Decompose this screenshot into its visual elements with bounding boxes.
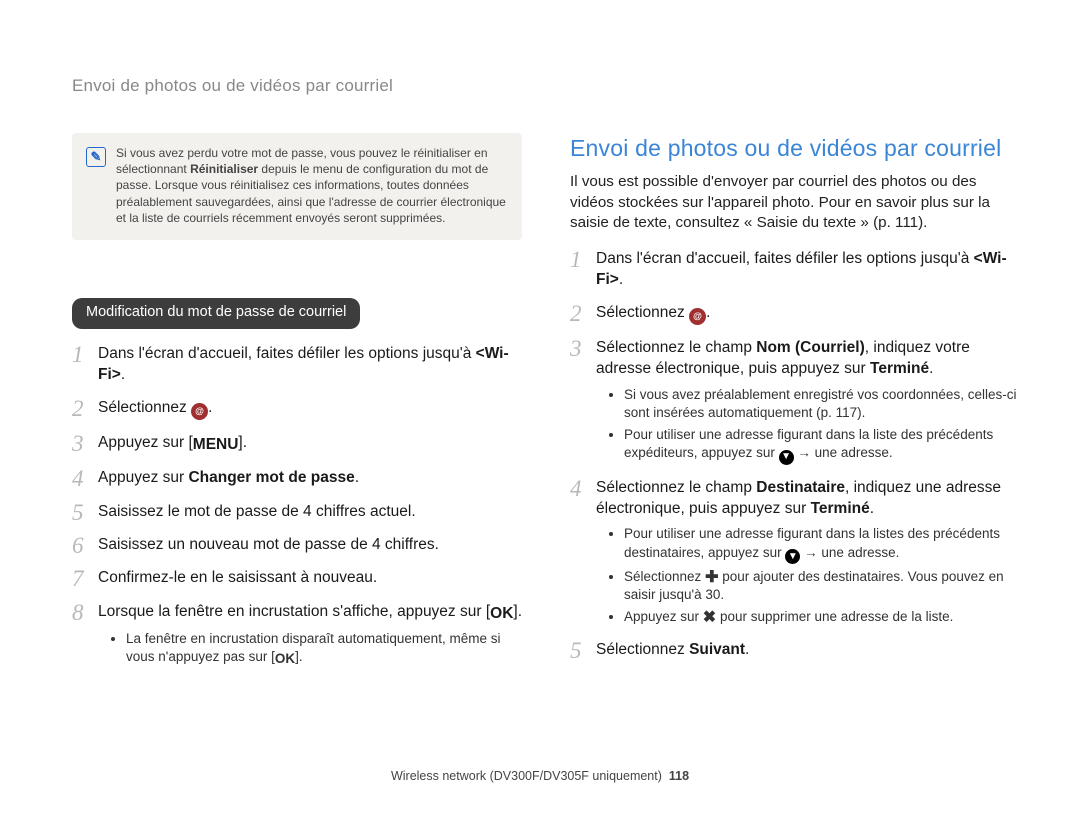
note-icon: ✎ — [86, 147, 106, 167]
text: Dans l'écran d'accueil, faites défiler l… — [98, 345, 476, 362]
note-box: ✎ Si vous avez perdu votre mot de passe,… — [72, 133, 522, 240]
left-column: ✎ Si vous avez perdu votre mot de passe,… — [72, 133, 522, 681]
text: . — [355, 469, 359, 486]
section-pill: Modification du mot de passe de courriel — [72, 298, 360, 329]
right-step-3: Sélectionnez le champ Nom (Courriel), in… — [570, 337, 1020, 465]
text: → une adresse. — [800, 545, 899, 560]
right-step-4: Sélectionnez le champ Destinataire, indi… — [570, 477, 1020, 627]
two-column-layout: ✎ Si vous avez perdu votre mot de passe,… — [72, 133, 1020, 681]
text: Sélectionnez — [596, 641, 689, 658]
left-step-8-sub: La fenêtre en incrustation disparaît aut… — [108, 630, 522, 668]
delete-icon: ✖ — [703, 610, 716, 626]
text: . — [745, 641, 749, 658]
email-icon: @ — [689, 308, 706, 325]
text: Sélectionnez le champ — [596, 339, 756, 356]
list-item: Pour utiliser une adresse figurant dans … — [624, 525, 1020, 563]
page-number: 118 — [669, 769, 689, 783]
menu-button-label: MENU — [193, 434, 239, 455]
right-steps: Dans l'écran d'accueil, faites défiler l… — [570, 248, 1020, 660]
text: Appuyez sur — [624, 609, 703, 624]
list-item: La fenêtre en incrustation disparaît aut… — [126, 630, 522, 668]
dropdown-icon: ▼ — [779, 450, 794, 465]
text: . — [870, 500, 874, 517]
right-step-5: Sélectionnez Suivant. — [570, 639, 1020, 660]
left-step-1: Dans l'écran d'accueil, faites défiler l… — [72, 343, 522, 386]
text: La fenêtre en incrustation disparaît aut… — [126, 631, 500, 664]
text: ]. — [295, 649, 303, 664]
email-icon: @ — [191, 403, 208, 420]
next-label: Suivant — [689, 641, 745, 658]
left-step-7: Confirmez-le en le saisissant à nouveau. — [72, 567, 522, 588]
text: Sélectionnez — [98, 399, 191, 416]
right-step-3-sub: Si vous avez préalablement enregistré vo… — [606, 386, 1020, 465]
text: . — [121, 366, 125, 383]
text: Sélectionnez — [596, 304, 689, 321]
list-item: Si vous avez préalablement enregistré vo… — [624, 386, 1020, 422]
right-step-2: Sélectionnez @. — [570, 302, 1020, 325]
text: Appuyez sur [ — [98, 434, 193, 451]
left-step-8: Lorsque la fenêtre en incrustation s'aff… — [72, 601, 522, 669]
left-step-2: Sélectionnez @. — [72, 397, 522, 420]
section-intro: Il vous est possible d'envoyer par courr… — [570, 172, 1020, 234]
recipient-label: Destinataire — [756, 479, 845, 496]
text: Sélectionnez le champ — [596, 479, 756, 496]
running-head: Envoi de photos ou de vidéos par courrie… — [72, 75, 393, 98]
change-password-label: Changer mot de passe — [188, 469, 354, 486]
text: . — [929, 360, 933, 377]
list-item: Appuyez sur ✖ pour supprimer une adresse… — [624, 608, 1020, 626]
footer-text: Wireless network (DV300F/DV305F uniqueme… — [391, 769, 662, 783]
plus-icon: ✚ — [705, 570, 718, 586]
text: Lorsque la fenêtre en incrustation s'aff… — [98, 603, 490, 620]
page: Envoi de photos ou de vidéos par courrie… — [0, 0, 1080, 815]
text: pour supprimer une adresse de la liste. — [716, 609, 953, 624]
text: Sélectionnez — [624, 569, 705, 584]
list-item: Pour utiliser une adresse figurant dans … — [624, 426, 1020, 464]
text: . — [706, 304, 710, 321]
text: → une adresse. — [794, 445, 893, 460]
text: ]. — [238, 434, 247, 451]
text: Appuyez sur — [98, 469, 188, 486]
dropdown-icon: ▼ — [785, 549, 800, 564]
name-email-label: Nom (Courriel) — [756, 339, 865, 356]
ok-button-label: OK — [490, 603, 513, 624]
text: . — [208, 399, 212, 416]
ok-button-label: OK — [275, 650, 295, 668]
right-column: Envoi de photos ou de vidéos par courrie… — [570, 133, 1020, 681]
section-heading: Envoi de photos ou de vidéos par courrie… — [570, 133, 1020, 164]
left-step-6: Saisissez un nouveau mot de passe de 4 c… — [72, 534, 522, 555]
page-footer: Wireless network (DV300F/DV305F uniqueme… — [0, 768, 1080, 785]
note-bold: Réinitialiser — [190, 162, 258, 176]
note-text: Si vous avez perdu votre mot de passe, v… — [116, 145, 508, 226]
left-step-4: Appuyez sur Changer mot de passe. — [72, 467, 522, 488]
list-item: Sélectionnez ✚ pour ajouter des destinat… — [624, 568, 1020, 604]
left-step-3: Appuyez sur [MENU]. — [72, 432, 522, 455]
text: Dans l'écran d'accueil, faites défiler l… — [596, 250, 974, 267]
right-step-1: Dans l'écran d'accueil, faites défiler l… — [570, 248, 1020, 291]
left-step-5: Saisissez le mot de passe de 4 chiffres … — [72, 501, 522, 522]
done-label: Terminé — [811, 500, 870, 517]
left-steps: Dans l'écran d'accueil, faites défiler l… — [72, 343, 522, 669]
text: ]. — [513, 603, 522, 620]
right-step-4-sub: Pour utiliser une adresse figurant dans … — [606, 525, 1020, 626]
done-label: Terminé — [870, 360, 929, 377]
text: . — [619, 271, 623, 288]
